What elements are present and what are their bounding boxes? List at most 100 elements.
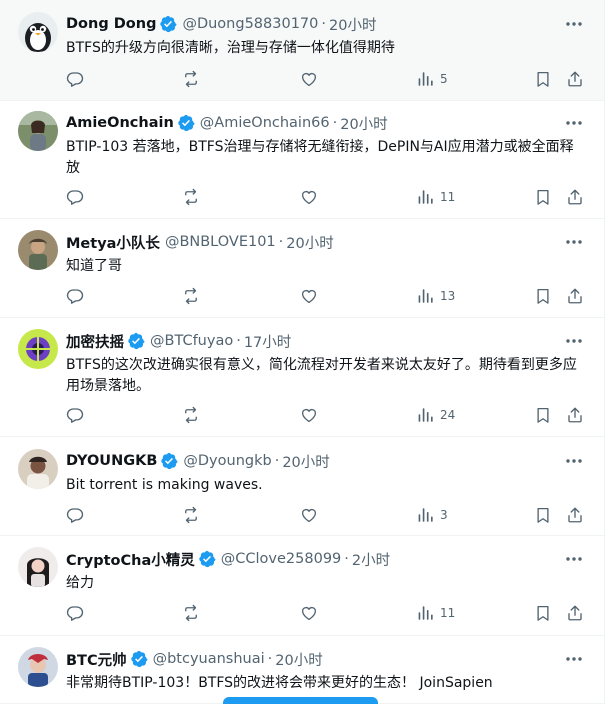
more-icon[interactable] xyxy=(564,451,584,471)
timestamp[interactable]: 2小时 xyxy=(352,549,390,570)
user-handle[interactable]: @AmieOnchain66 xyxy=(200,115,330,131)
reply-item[interactable]: AmieOnchain @AmieOnchain66 · 20小时 BTIP-103 若… xyxy=(0,101,604,219)
user-handle[interactable]: @Duong58830170 xyxy=(182,16,318,32)
reply-header: AmieOnchain @AmieOnchain66 · 20小时 xyxy=(66,112,388,134)
display-name[interactable]: CryptoCha小精灵 xyxy=(66,549,195,570)
reply-icon xyxy=(66,406,84,424)
column-border xyxy=(604,0,605,704)
avatar[interactable] xyxy=(18,329,58,369)
views-button[interactable]: 5 xyxy=(416,69,448,89)
timestamp[interactable]: 20小时 xyxy=(282,451,329,472)
action-bar: 24 xyxy=(66,405,590,425)
avatar[interactable] xyxy=(18,230,58,270)
bookmark-button[interactable] xyxy=(534,505,552,525)
separator-dot: · xyxy=(236,333,241,349)
user-handle[interactable]: @CClove258099 xyxy=(221,551,342,567)
reply-button[interactable] xyxy=(66,405,84,425)
reply-button[interactable] xyxy=(66,505,84,525)
user-handle[interactable]: @btcyuanshuai xyxy=(153,651,265,667)
user-handle[interactable]: @BTCfuyao xyxy=(150,333,233,349)
like-button[interactable] xyxy=(300,505,318,525)
like-button[interactable] xyxy=(300,603,318,623)
share-button[interactable] xyxy=(566,187,584,207)
more-icon[interactable] xyxy=(564,232,584,252)
more-icon[interactable] xyxy=(564,113,584,133)
action-bar: 11 xyxy=(66,187,590,207)
display-name[interactable]: BTC元帅 xyxy=(66,649,127,670)
retweet-icon xyxy=(182,188,200,206)
avatar[interactable] xyxy=(18,449,58,489)
like-icon xyxy=(300,604,318,622)
timestamp[interactable]: 20小时 xyxy=(340,113,387,134)
share-button[interactable] xyxy=(566,286,584,306)
views-button[interactable]: 11 xyxy=(416,187,455,207)
share-button[interactable] xyxy=(566,405,584,425)
bookmark-icon xyxy=(534,406,552,424)
reply-button[interactable] xyxy=(66,187,84,207)
bookmark-icon xyxy=(534,287,552,305)
like-button[interactable] xyxy=(300,286,318,306)
user-handle[interactable]: @Dyoungkb xyxy=(183,453,271,469)
display-name[interactable]: Dong Dong xyxy=(66,16,156,32)
like-button[interactable] xyxy=(300,187,318,207)
timestamp[interactable]: 20小时 xyxy=(275,649,322,670)
share-icon xyxy=(566,604,584,622)
more-icon[interactable] xyxy=(564,14,584,34)
avatar[interactable] xyxy=(18,547,58,587)
reply-icon xyxy=(66,604,84,622)
retweet-button[interactable] xyxy=(182,187,200,207)
avatar[interactable] xyxy=(18,647,58,687)
action-bar: 5 xyxy=(66,69,590,89)
timestamp[interactable]: 20小时 xyxy=(286,232,333,253)
reply-item[interactable]: Dong Dong @Duong58830170 · 20小时 BTFS的升级方向很清晰… xyxy=(0,0,604,101)
floating-button-edge[interactable] xyxy=(223,697,378,704)
verified-badge-icon xyxy=(160,452,178,470)
display-name[interactable]: 加密扶摇 xyxy=(66,331,124,352)
reply-button[interactable] xyxy=(66,69,84,89)
bookmark-button[interactable] xyxy=(534,286,552,306)
reply-button[interactable] xyxy=(66,603,84,623)
views-count: 11 xyxy=(440,606,456,620)
retweet-button[interactable] xyxy=(182,286,200,306)
reply-text: 非常期待BTIP-103！BTFS的改进将会带来更好的生态！ JoinSapie… xyxy=(66,675,493,691)
more-icon[interactable] xyxy=(564,549,584,569)
like-button[interactable] xyxy=(300,69,318,89)
bookmark-button[interactable] xyxy=(534,603,552,623)
retweet-button[interactable] xyxy=(182,69,200,89)
retweet-button[interactable] xyxy=(182,505,200,525)
reply-item[interactable]: CryptoCha小精灵 @CClove258099 · 2小时 给力 11 xyxy=(0,536,604,636)
share-icon xyxy=(566,406,584,424)
user-handle[interactable]: @BNBLOVE101 xyxy=(165,234,276,250)
avatar[interactable] xyxy=(18,111,58,151)
retweet-button[interactable] xyxy=(182,405,200,425)
bookmark-button[interactable] xyxy=(534,187,552,207)
views-button[interactable]: 11 xyxy=(416,603,455,623)
reply-item[interactable]: 加密扶摇 @BTCfuyao · 17小时 BTFS的这次改进确实很有意义，简化流程对开… xyxy=(0,318,604,437)
views-button[interactable]: 24 xyxy=(416,405,455,425)
views-button[interactable]: 13 xyxy=(416,286,455,306)
display-name[interactable]: DYOUNGKB xyxy=(66,453,157,469)
reply-text: Bit torrent is making waves. xyxy=(66,477,263,493)
timestamp[interactable]: 20小时 xyxy=(329,14,376,35)
more-icon[interactable] xyxy=(564,649,584,669)
more-icon[interactable] xyxy=(564,331,584,351)
share-button[interactable] xyxy=(566,505,584,525)
verified-badge-icon xyxy=(127,332,145,350)
views-button[interactable]: 3 xyxy=(416,505,448,525)
reply-item[interactable]: DYOUNGKB @Dyoungkb · 20小时 Bit torrent is mak… xyxy=(0,437,604,536)
bookmark-button[interactable] xyxy=(534,405,552,425)
share-button[interactable] xyxy=(566,603,584,623)
reply-item[interactable]: BTC元帅 @btcyuanshuai · 20小时 非常期待BTIP-103！BTFS… xyxy=(0,636,604,704)
reply-button[interactable] xyxy=(66,286,84,306)
like-icon xyxy=(300,287,318,305)
display-name[interactable]: AmieOnchain xyxy=(66,115,174,131)
display-name[interactable]: Metya小队长 xyxy=(66,232,160,253)
timestamp[interactable]: 17小时 xyxy=(244,331,291,352)
avatar[interactable] xyxy=(18,12,58,52)
reply-item[interactable]: Metya小队长 @BNBLOVE101 · 20小时 知道了哥 13 xyxy=(0,219,604,318)
bookmark-button[interactable] xyxy=(534,69,552,89)
like-button[interactable] xyxy=(300,405,318,425)
reply-text: BTFS的升级方向很清晰，治理与存储一体化值得期待 xyxy=(66,40,395,56)
retweet-button[interactable] xyxy=(182,603,200,623)
share-button[interactable] xyxy=(566,69,584,89)
